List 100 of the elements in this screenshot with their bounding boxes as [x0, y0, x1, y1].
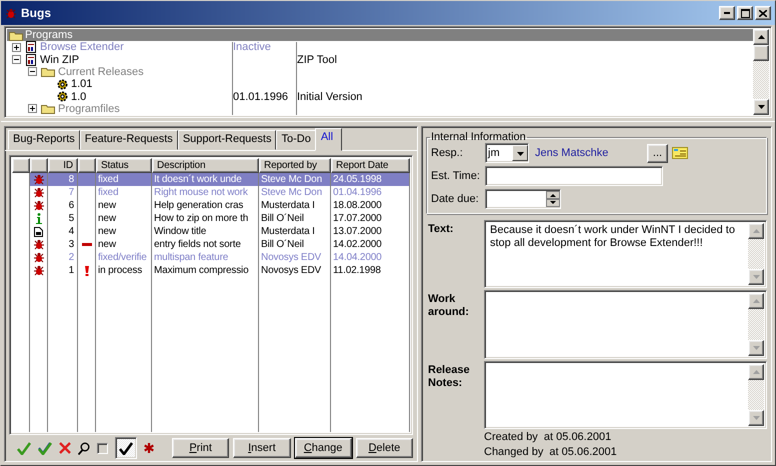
checkbox[interactable]: [97, 442, 108, 454]
scroll-up-button[interactable]: [748, 223, 764, 239]
column-header[interactable]: ID: [48, 158, 78, 173]
table-row[interactable]: 4 new Window title Musterdata I 13.07.2000: [12, 225, 410, 238]
scroll-down-button[interactable]: [748, 410, 764, 426]
column-header[interactable]: Report Date: [331, 158, 410, 173]
tree-cell: ZIP Tool: [297, 54, 337, 66]
scrollbar[interactable]: [748, 223, 764, 286]
tree-item[interactable]: 1.01: [71, 78, 92, 90]
collapse-icon[interactable]: [28, 67, 37, 76]
table-row[interactable]: 3 new entry fields not sorte Bill O´Neil 14.02.2000: [12, 238, 410, 251]
tab[interactable]: All: [314, 128, 342, 151]
group-title: Internal Information: [430, 131, 527, 143]
table-cell: new: [98, 200, 116, 211]
scroll-up-button[interactable]: [748, 364, 764, 380]
arrow-down-icon: [752, 416, 760, 420]
arrow-down-icon: [752, 346, 760, 350]
table-cell: in process: [98, 265, 142, 276]
search-icon[interactable]: [78, 442, 90, 454]
check-icon[interactable]: [17, 442, 31, 454]
table-cell: new: [98, 213, 116, 224]
collapse-icon[interactable]: [12, 55, 21, 64]
memo-field[interactable]: Because it doesn´t work under WinNT I decided to stop all development for Browse Extender!!!: [484, 220, 767, 288]
scroll-down-button[interactable]: [748, 269, 764, 286]
tree-item[interactable]: Browse Extender: [40, 41, 124, 54]
tree-cell: Inactive: [233, 41, 271, 54]
date-field[interactable]: [485, 189, 561, 209]
table-cell: 13.07.2000: [333, 226, 382, 237]
tab[interactable]: Bug-Reports: [8, 130, 80, 150]
table-row[interactable]: 5 new How to zip on more th Bill O´Neil 17.07.2000: [12, 212, 410, 225]
card-icon[interactable]: [672, 146, 688, 160]
scroll-down-button[interactable]: [753, 99, 769, 115]
name-link[interactable]: Jens Matschke: [535, 147, 637, 159]
scroll-thumb[interactable]: [753, 45, 769, 61]
minimize-button[interactable]: [719, 6, 735, 20]
table-cell: 14.02.2000: [333, 239, 382, 250]
button[interactable]: Delete: [356, 438, 413, 458]
tree-item[interactable]: Win ZIP: [40, 54, 80, 66]
tree-item[interactable]: 1.0: [71, 90, 86, 103]
scroll-up-button[interactable]: [748, 293, 764, 310]
column-header[interactable]: [30, 158, 48, 173]
scrollbar[interactable]: [748, 364, 764, 426]
tree-cell: Initial Version: [297, 90, 362, 103]
table-cell: 8: [68, 174, 74, 185]
table-row[interactable]: 8 fixed It doesn´t work unde Steve Mc Don 24.05.1998: [12, 173, 410, 186]
table-cell: Novosys EDV: [261, 265, 322, 276]
memo-field[interactable]: [484, 360, 767, 429]
table-cell: 14.04.2000: [333, 252, 382, 263]
spin-buttons[interactable]: [546, 191, 560, 207]
asterisk-icon[interactable]: [144, 443, 154, 453]
cross-icon[interactable]: [59, 442, 71, 454]
maximize-icon: [740, 8, 750, 18]
toggle-button[interactable]: [115, 437, 137, 459]
scrollbar[interactable]: [748, 293, 764, 356]
table-cell: Window title: [154, 226, 206, 237]
input-field[interactable]: [485, 166, 663, 186]
scrollbar[interactable]: [753, 29, 769, 115]
scroll-up-button[interactable]: [753, 29, 769, 45]
table-row[interactable]: 7 fixed Right mouse not work Steve Mc Don 01.04.1996: [12, 186, 410, 199]
tree-item[interactable]: Programfiles: [58, 102, 120, 115]
minimize-icon: [724, 12, 730, 14]
tree-item[interactable]: Current Releases: [58, 66, 144, 78]
close-button[interactable]: [755, 6, 771, 20]
combo-box[interactable]: jm: [485, 143, 529, 163]
table-row[interactable]: 6 new Help generation cras Musterdata I 18.08.2000: [12, 199, 410, 212]
button[interactable]: Insert: [233, 438, 290, 458]
memo-field[interactable]: [484, 290, 767, 359]
table-cell: 01.04.1996: [333, 187, 382, 198]
column-header[interactable]: Description: [152, 158, 259, 173]
column-header[interactable]: Reported by: [259, 158, 331, 173]
expand-icon[interactable]: [12, 42, 21, 52]
scroll-down-button[interactable]: [748, 340, 764, 356]
table-cell: fixed/verifie: [98, 252, 147, 263]
table-cell: How to zip on more th: [154, 213, 248, 224]
tree-header: Programs: [7, 29, 753, 42]
table-cell: fixed: [98, 174, 118, 185]
tab[interactable]: Support-Requests: [178, 130, 276, 150]
expand-icon[interactable]: [28, 104, 37, 114]
browse-button[interactable]: ...: [647, 144, 668, 162]
field-label: Work around:: [427, 292, 470, 320]
table-row[interactable]: 1 in process Maximum compressio Novosys EDV 11.02.1998: [12, 264, 410, 277]
table-row[interactable]: 2 fixed/verifie multispan feature Novosys EDV 14.04.2000: [12, 251, 410, 264]
table-cell: Novosys EDV: [261, 252, 322, 263]
table-cell: 1: [68, 265, 74, 276]
column-header[interactable]: [12, 158, 30, 173]
button[interactable]: Print: [172, 438, 230, 458]
arrow-up-icon: [752, 370, 760, 374]
tab[interactable]: To-Do: [276, 130, 316, 150]
double-check-icon[interactable]: [38, 442, 52, 454]
table-cell: multispan feature: [154, 252, 228, 263]
column-header[interactable]: Status: [96, 158, 152, 173]
table-cell: Bill O´Neil: [261, 239, 304, 250]
column-header[interactable]: [78, 158, 96, 173]
tab[interactable]: Feature-Requests: [80, 130, 178, 150]
maximize-button[interactable]: [737, 6, 753, 20]
button[interactable]: Change: [294, 438, 352, 458]
table-cell: 24.05.1998: [333, 174, 382, 185]
check-icon: [119, 442, 133, 454]
tree-cell: 01.01.1996: [233, 90, 288, 103]
gear-icon: [57, 91, 68, 102]
